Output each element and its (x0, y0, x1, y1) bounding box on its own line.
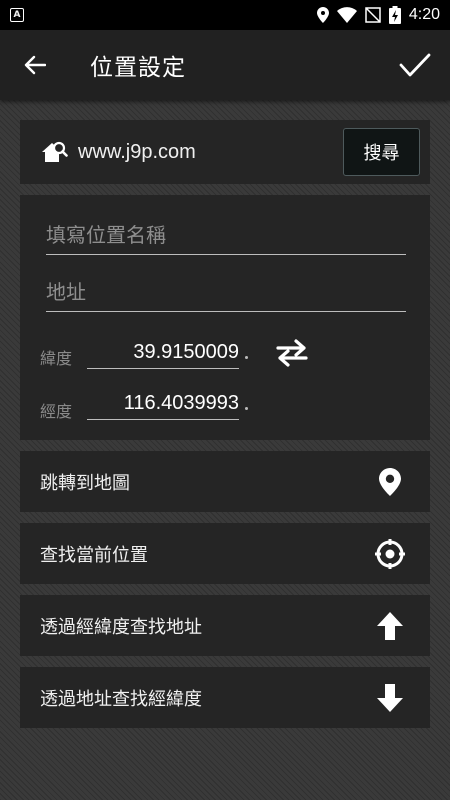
site-url: www.j9p.com (78, 140, 196, 163)
battery-charging-icon (388, 6, 401, 24)
arrow-down-icon (374, 682, 406, 714)
location-form-card: 填寫位置名稱 地址 緯度 39.9150009 經度 116.4039993 (20, 195, 430, 440)
location-name-field[interactable]: 填寫位置名稱 (46, 219, 406, 255)
find-coordinates-by-address-button[interactable]: 透過地址查找經緯度 (20, 667, 430, 728)
location-status-icon (316, 7, 329, 23)
arrow-up-icon (374, 610, 406, 642)
page-title: 位置設定 (90, 55, 186, 81)
app-bar: 位置設定 (0, 30, 450, 100)
home-search-icon (42, 141, 68, 162)
search-button[interactable]: 搜尋 (343, 128, 420, 176)
find-address-by-coordinates-button[interactable]: 透過經緯度查找地址 (20, 595, 430, 656)
action-label: 透過地址查找經緯度 (40, 688, 202, 710)
status-time: 4:20 (408, 6, 440, 23)
action-label: 跳轉到地圖 (40, 472, 130, 494)
status-icons: 4:20 (316, 6, 440, 24)
crosshair-icon (374, 538, 406, 570)
address-field[interactable]: 地址 (46, 276, 406, 312)
longitude-handle (245, 407, 248, 410)
status-bar: A 4:20 (0, 0, 450, 30)
map-pin-icon (374, 466, 406, 498)
latitude-handle (245, 356, 248, 359)
latitude-label: 緯度 (40, 349, 73, 368)
swap-coordinates-icon[interactable] (272, 338, 312, 368)
action-label: 查找當前位置 (40, 544, 148, 566)
confirm-button[interactable] (394, 44, 436, 86)
app-notification-icon: A (10, 8, 24, 22)
latitude-input[interactable]: 39.9150009 (87, 341, 239, 369)
back-button[interactable] (0, 30, 70, 100)
site-search-card: www.j9p.com 搜尋 (20, 120, 430, 184)
checkmark-icon (399, 53, 431, 77)
find-current-location-button[interactable]: 查找當前位置 (20, 523, 430, 584)
arrow-left-icon (24, 55, 46, 75)
action-label: 透過經緯度查找地址 (40, 616, 202, 638)
jump-to-map-button[interactable]: 跳轉到地圖 (20, 451, 430, 512)
wifi-icon (336, 7, 357, 23)
longitude-label: 經度 (40, 402, 73, 421)
no-signal-icon (365, 7, 381, 23)
longitude-input[interactable]: 116.4039993 (87, 392, 239, 420)
